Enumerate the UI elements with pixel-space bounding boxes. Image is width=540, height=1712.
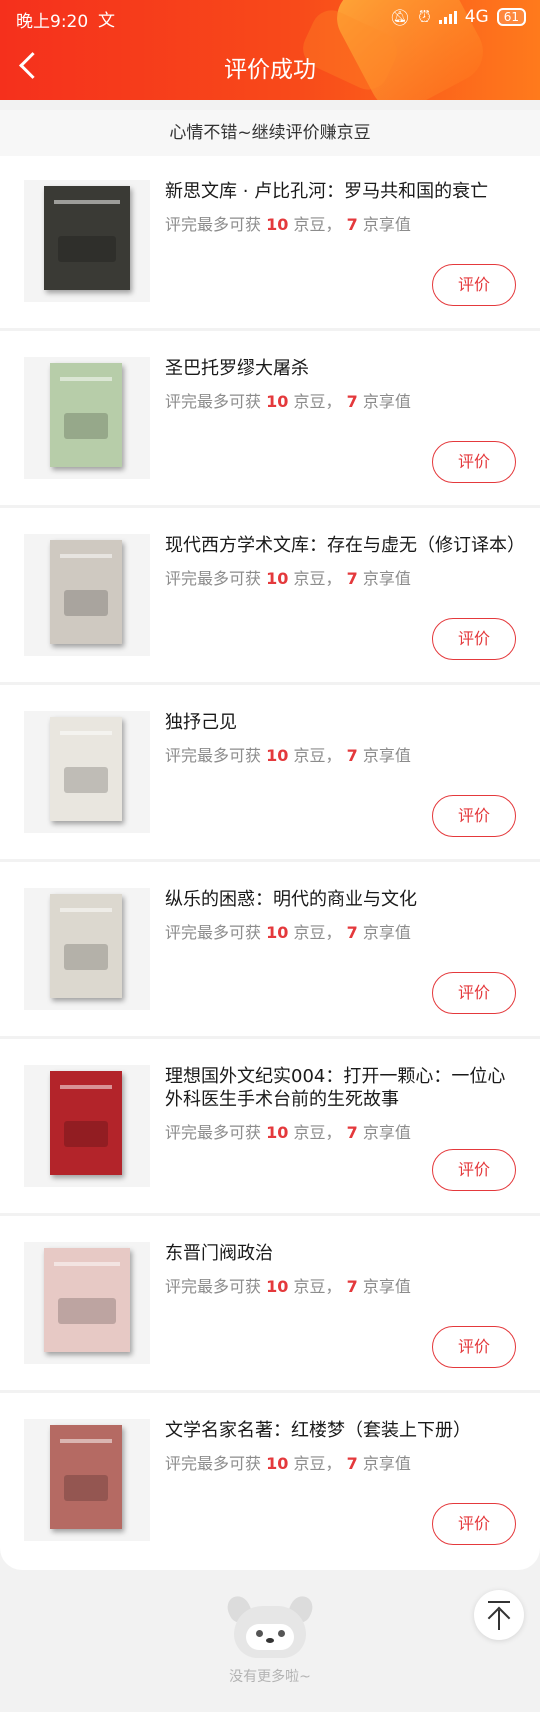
- rate-button[interactable]: 评价: [432, 264, 516, 306]
- back-to-top-button[interactable]: [474, 1590, 524, 1640]
- book-cover[interactable]: [24, 180, 150, 302]
- status-time: 晚上9:20: [16, 12, 89, 32]
- book-image: [50, 1425, 122, 1529]
- book-cover[interactable]: [24, 1065, 150, 1187]
- item-title[interactable]: 独抒己见: [165, 711, 516, 734]
- list-item: 新思文库 · 卢比孔河：罗马共和国的衰亡 评完最多可获 10 京豆， 7 京享值…: [0, 156, 540, 331]
- book-cover[interactable]: [24, 1419, 150, 1541]
- book-cover[interactable]: [24, 534, 150, 656]
- review-list: 新思文库 · 卢比孔河：罗马共和国的衰亡 评完最多可获 10 京豆， 7 京享值…: [0, 156, 540, 1570]
- item-title[interactable]: 文学名家名著：红楼梦（套装上下册）: [165, 1419, 516, 1442]
- reward-info: 评完最多可获 10 京豆， 7 京享值: [165, 746, 411, 765]
- book-image: [50, 717, 122, 821]
- item-title[interactable]: 纵乐的困惑：明代的商业与文化: [165, 888, 516, 911]
- status-bar: 晚上9:20 文 🔕︎ ⏰︎ 4G 61: [0, 0, 540, 34]
- list-item: 纵乐的困惑：明代的商业与文化 评完最多可获 10 京豆， 7 京享值 评价: [0, 864, 540, 1039]
- rate-button[interactable]: 评价: [432, 1503, 516, 1545]
- list-item: 文学名家名著：红楼梦（套装上下册） 评完最多可获 10 京豆， 7 京享值 评价: [0, 1395, 540, 1570]
- item-title[interactable]: 圣巴托罗缪大屠杀: [165, 357, 516, 380]
- list-item: 东晋门阀政治 评完最多可获 10 京豆， 7 京享值 评价: [0, 1218, 540, 1393]
- list-item: 圣巴托罗缪大屠杀 评完最多可获 10 京豆， 7 京享值 评价: [0, 333, 540, 508]
- network-type: 4G: [464, 7, 489, 27]
- rate-button[interactable]: 评价: [432, 618, 516, 660]
- battery-icon: 61: [496, 8, 526, 26]
- page-title: 评价成功: [224, 57, 316, 83]
- app-notification-icon: 文: [98, 11, 115, 31]
- arrow-up-icon: [498, 1610, 500, 1630]
- rate-button[interactable]: 评价: [432, 972, 516, 1014]
- rate-button[interactable]: 评价: [432, 1326, 516, 1368]
- reward-info: 评完最多可获 10 京豆， 7 京享值: [165, 1277, 411, 1296]
- book-image: [44, 1248, 130, 1352]
- book-image: [50, 1071, 122, 1175]
- book-cover[interactable]: [24, 711, 150, 833]
- reward-info: 评完最多可获 10 京豆， 7 京享值: [165, 392, 411, 411]
- reward-info: 评完最多可获 10 京豆， 7 京享值: [165, 923, 411, 942]
- item-title[interactable]: 理想国外文纪实004：打开一颗心：一位心外科医生手术台前的生死故事: [165, 1065, 516, 1111]
- rate-button[interactable]: 评价: [432, 1149, 516, 1191]
- reward-info: 评完最多可获 10 京豆， 7 京享值: [165, 215, 411, 234]
- book-image: [50, 894, 122, 998]
- jd-mascot-icon: [223, 1592, 317, 1658]
- rate-button[interactable]: 评价: [432, 795, 516, 837]
- book-cover[interactable]: [24, 1242, 150, 1364]
- list-item: 理想国外文纪实004：打开一颗心：一位心外科医生手术台前的生死故事 评完最多可获…: [0, 1041, 540, 1216]
- book-cover[interactable]: [24, 888, 150, 1010]
- status-icons: 🔕︎ ⏰︎ 4G 61: [390, 7, 526, 27]
- no-more-text: 没有更多啦~: [229, 1669, 311, 1685]
- book-cover[interactable]: [24, 357, 150, 479]
- item-title[interactable]: 东晋门阀政治: [165, 1242, 516, 1265]
- reward-info: 评完最多可获 10 京豆， 7 京享值: [165, 1123, 411, 1142]
- book-image: [50, 540, 122, 644]
- rate-button[interactable]: 评价: [432, 441, 516, 483]
- book-image: [50, 363, 122, 467]
- book-image: [44, 186, 130, 290]
- header-bar: 晚上9:20 文 🔕︎ ⏰︎ 4G 61 评价成功: [0, 0, 540, 100]
- encouragement-banner: 心情不错~继续评价赚京豆: [0, 110, 540, 156]
- signal-icon: [438, 10, 457, 24]
- mute-icon: 🔕︎: [389, 7, 411, 27]
- item-title[interactable]: 现代西方学术文库：存在与虚无（修订译本）: [165, 534, 525, 557]
- list-item: 现代西方学术文库：存在与虚无（修订译本） 评完最多可获 10 京豆， 7 京享值…: [0, 510, 540, 685]
- item-title[interactable]: 新思文库 · 卢比孔河：罗马共和国的衰亡: [165, 180, 516, 203]
- alarm-icon: ⏰︎: [418, 7, 431, 26]
- list-item: 独抒己见 评完最多可获 10 京豆， 7 京享值 评价: [0, 687, 540, 862]
- reward-info: 评完最多可获 10 京豆， 7 京享值: [165, 1454, 411, 1473]
- reward-info: 评完最多可获 10 京豆， 7 京享值: [165, 569, 411, 588]
